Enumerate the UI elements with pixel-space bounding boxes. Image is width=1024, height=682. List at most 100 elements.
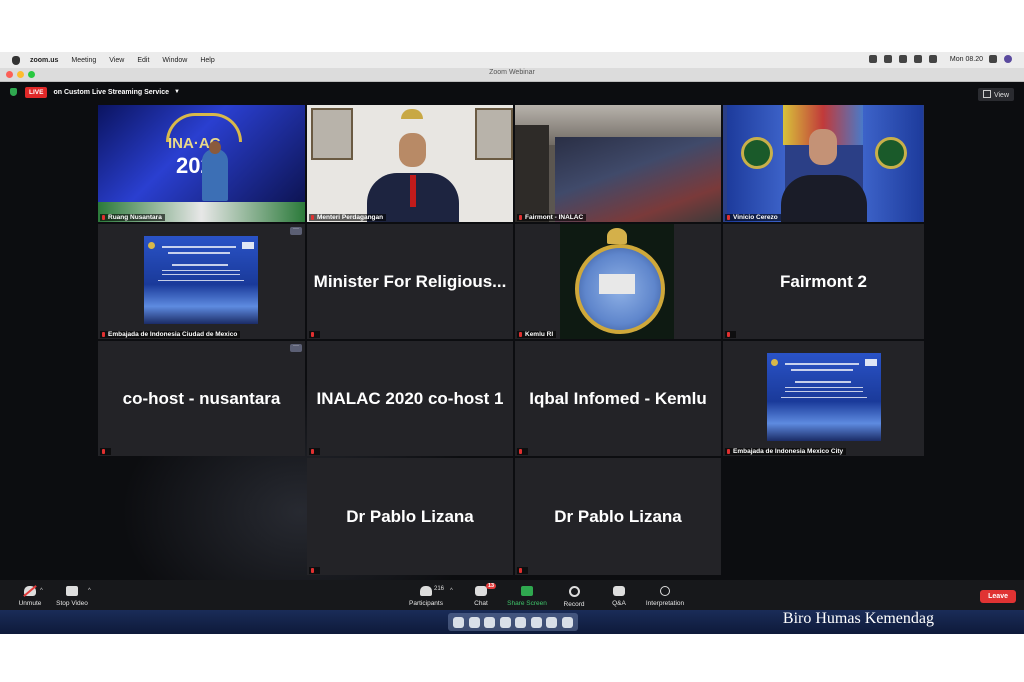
mic-glyph <box>727 332 730 337</box>
safari-icon[interactable] <box>484 616 496 628</box>
slide-text-line <box>795 381 851 383</box>
emblem-bird <box>607 228 627 244</box>
photos-icon[interactable] <box>499 616 511 628</box>
live-badge[interactable]: LIVE <box>25 86 48 98</box>
speaker-suit <box>781 175 867 222</box>
stop-video-button[interactable]: Stop Video <box>42 586 102 607</box>
menu-meeting[interactable]: Meeting <box>71 57 96 64</box>
mic-muted-icon <box>309 567 320 574</box>
streaming-status: LIVE on Custom Live Streaming Service ▼ <box>10 85 180 99</box>
slide-text-line <box>168 252 230 254</box>
signing-ceremony-slide <box>767 353 881 441</box>
menu-app-name[interactable]: zoom.us <box>30 57 58 64</box>
tray-airplay-icon[interactable] <box>898 55 907 63</box>
speaker-head <box>809 129 837 165</box>
mic-glyph <box>519 449 522 454</box>
video-tile-kemlu-ri[interactable]: Kemlu RI <box>515 224 721 339</box>
chat-unread-badge: 13 <box>486 583 497 589</box>
seated-audience <box>555 137 721 222</box>
menu-edit[interactable]: Edit <box>137 57 149 64</box>
mic-muted-icon <box>519 215 522 220</box>
window-title: Zoom Webinar <box>489 69 535 76</box>
chevron-down-icon[interactable]: ▼ <box>174 89 180 95</box>
participant-name: Kemlu RI <box>525 331 554 338</box>
slide-text-line <box>172 264 228 266</box>
menubar-clock[interactable]: Mon 08.20 <box>950 56 983 63</box>
grid-icon <box>982 90 991 98</box>
zoom-screen: zoom.us Meeting View Edit Window Help Mo… <box>0 52 1024 634</box>
finder-icon[interactable] <box>453 616 465 628</box>
video-tile-dr-pablo-lizana[interactable]: Dr Pablo Lizana <box>307 458 513 575</box>
unmute-label: Unmute <box>18 600 42 607</box>
video-tile-ruang-nusantara[interactable]: INA·AC 2020 Ruang Nusantara <box>98 105 305 222</box>
foreground-person <box>515 125 549 222</box>
interpretation-label: Interpretation <box>645 600 685 607</box>
mic-muted-icon <box>727 215 730 220</box>
share-screen-icon <box>521 586 533 596</box>
streaming-service-label[interactable]: on Custom Live Streaming Service <box>53 89 169 96</box>
zoom-icon[interactable] <box>530 616 542 628</box>
more-options-icon[interactable]: ··· <box>290 343 302 352</box>
tile-label: Fairmont - INALAC <box>517 214 587 221</box>
speaker-tie <box>410 175 416 207</box>
launchpad-icon[interactable] <box>468 616 480 628</box>
interpretation-button[interactable]: Interpretation <box>635 586 695 607</box>
volume-icon[interactable] <box>928 55 937 63</box>
video-tile-fairmont-2[interactable]: Fairmont 2 <box>723 224 924 339</box>
preview-icon[interactable] <box>546 616 558 628</box>
record-label: Record <box>563 601 585 608</box>
microphone-muted-icon <box>24 586 36 596</box>
tray-app-icon[interactable] <box>868 55 877 63</box>
speaker-figure <box>202 149 228 201</box>
slide-text-line <box>785 387 863 388</box>
record-icon <box>568 586 580 597</box>
user-avatar-icon[interactable] <box>1004 55 1012 63</box>
encryption-shield-icon[interactable] <box>10 88 17 96</box>
speaker-head <box>209 141 221 154</box>
slide-text-line <box>162 246 236 248</box>
participant-name: Embajada de Indonesia Ciudad de Mexico <box>108 331 238 338</box>
more-options-icon[interactable]: ··· <box>290 226 302 235</box>
view-button[interactable]: View <box>977 88 1014 101</box>
video-tile-dr-pablo-lizana-2[interactable]: Dr Pablo Lizana <box>515 458 721 575</box>
mic-muted-icon <box>102 332 105 337</box>
view-button-label: View <box>993 92 1009 99</box>
search-icon[interactable] <box>989 55 997 63</box>
tray-bluetooth-icon[interactable] <box>883 55 892 63</box>
mic-glyph <box>311 568 314 573</box>
participants-count: 216 <box>434 586 445 592</box>
video-tile-minister-for-religious[interactable]: Minister For Religious... <box>307 224 513 339</box>
participants-button[interactable]: 216 Participants <box>396 586 456 607</box>
mic-muted-icon <box>309 448 320 455</box>
mic-muted-icon <box>725 331 736 338</box>
leave-button[interactable]: Leave <box>980 590 1016 603</box>
video-tile-embajada-ciudad-de-mexico[interactable]: ··· Embajada de Indonesia Ciudad de Mexi… <box>98 224 305 339</box>
mic-muted-icon <box>311 215 314 220</box>
video-tile-co-host-nusantara[interactable]: co-host - nusantara ··· <box>98 341 305 456</box>
video-tile-embajada-mexico-city[interactable]: Embajada de Indonesia Mexico City <box>723 341 924 456</box>
video-tile-inalac-2020-co-host-1[interactable]: INALAC 2020 co-host 1 <box>307 341 513 456</box>
notes-icon[interactable] <box>515 616 527 628</box>
qa-label: Q&A <box>612 600 626 607</box>
menu-view[interactable]: View <box>109 57 124 64</box>
mic-glyph <box>311 332 314 337</box>
slide-seal-icon <box>771 359 778 366</box>
video-tile-vinicio-cerezo[interactable]: Vinicio Cerezo <box>723 105 924 222</box>
apple-icon[interactable] <box>12 55 20 65</box>
menu-help[interactable]: Help <box>200 57 214 64</box>
flag-emblem-right <box>875 137 907 169</box>
wifi-icon[interactable] <box>913 55 922 63</box>
video-tile-fairmont-inalac[interactable]: Fairmont - INALAC <box>515 105 721 222</box>
chat-label: Chat <box>474 600 488 607</box>
video-tile-menteri-perdagangan[interactable]: Menteri Perdagangan <box>307 105 513 222</box>
slide-text-line <box>162 274 240 275</box>
pin-icon <box>102 215 105 220</box>
tile-label: Ruang Nusantara <box>100 214 165 221</box>
tile-label: Menteri Perdagangan <box>309 214 387 221</box>
video-tile-iqbal-infomed-kemlu[interactable]: Iqbal Infomed - Kemlu <box>515 341 721 456</box>
video-options-caret-icon[interactable]: ^ <box>88 588 91 594</box>
menu-window[interactable]: Window <box>162 57 187 64</box>
trash-icon[interactable] <box>561 616 573 628</box>
slide-2020-logo <box>865 359 877 366</box>
signing-ceremony-slide <box>144 236 258 324</box>
